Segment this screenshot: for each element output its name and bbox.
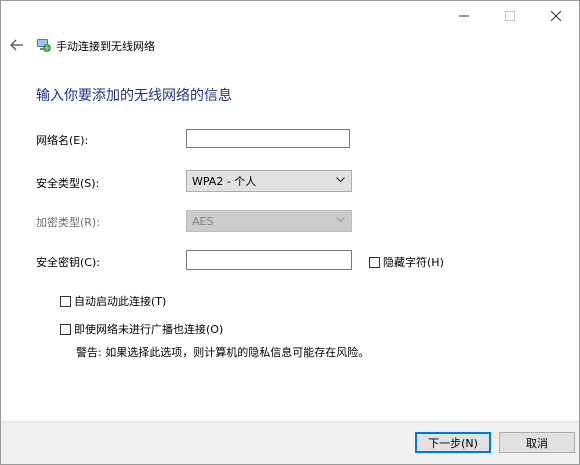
auto-start-label: 自动启动此连接(T) [74,295,167,308]
chevron-down-icon [336,177,345,183]
security-type-value: WPA2 - 个人 [192,175,257,188]
encryption-type-value: AES [192,214,214,228]
back-arrow-icon [10,39,23,51]
hide-characters-checkbox-row[interactable]: 隐藏字符(H) [369,254,444,270]
connect-hidden-checkbox-row[interactable]: 即使网络未进行广播也连接(O) [60,321,223,337]
maximize-icon [505,11,515,21]
security-key-label: 安全密钥(C): [36,256,100,269]
back-button[interactable] [7,35,27,55]
network-name-label: 网络名(E): [36,134,89,147]
security-type-label: 安全类型(S): [36,177,100,190]
button-bar: 下一步(N) 取消 [1,421,579,464]
encryption-type-label: 加密类型(R): [36,216,100,229]
cancel-button[interactable]: 取消 [499,432,575,453]
encryption-type-select: AES [186,210,352,232]
minimize-icon [459,15,469,17]
close-button[interactable] [533,1,579,31]
privacy-warning: 警告: 如果选择此选项，则计算机的隐私信息可能存在风险。 [76,346,370,359]
connect-hidden-label: 即使网络未进行广播也连接(O) [74,323,224,336]
connect-hidden-checkbox[interactable] [60,323,71,335]
hide-characters-checkbox[interactable] [369,256,380,268]
security-key-input[interactable] [186,250,352,270]
network-globe-icon [36,37,52,53]
auto-start-checkbox-row[interactable]: 自动启动此连接(T) [60,293,166,309]
next-button[interactable]: 下一步(N) [415,432,491,453]
auto-start-checkbox[interactable] [60,295,71,307]
wizard-window: 手动连接到无线网络 输入你要添加的无线网络的信息 网络名(E): 安全类型(S)… [0,0,580,465]
close-icon [551,11,561,21]
page-heading: 输入你要添加的无线网络的信息 [36,88,232,104]
hide-characters-label: 隐藏字符(H) [383,256,444,269]
security-type-select[interactable]: WPA2 - 个人 [186,170,352,192]
wizard-title: 手动连接到无线网络 [56,40,155,53]
maximize-button[interactable] [487,1,533,31]
network-name-input[interactable] [186,129,350,148]
chevron-down-icon [336,217,345,223]
minimize-button[interactable] [441,1,487,31]
